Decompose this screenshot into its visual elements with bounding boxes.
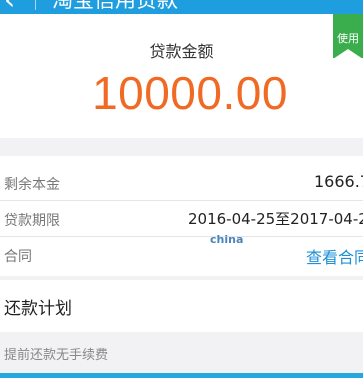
contract-label: 合同 [4,249,32,265]
badge-notch [333,49,363,58]
back-arrow-icon[interactable]: ‹ [4,0,15,14]
contract-row[interactable]: 合同 查看合同 [0,236,363,274]
loan-amount-label: 贷款金额 [149,42,214,61]
status-badge: 使用 [333,14,363,58]
header-divider [35,0,36,10]
loan-term-row: 贷款期限 2016-04-25至2017-04-2 [0,200,363,238]
app-header: ‹ 淘宝信用贷款 [0,0,363,14]
remaining-principal-row: 剩余本金 1666.7 [0,164,363,202]
loan-term-label: 贷款期限 [4,213,60,229]
remaining-principal-value: 1666.7 [314,172,363,191]
loan-term-value: 2016-04-25至2017-04-2 [188,210,363,228]
view-contract-link[interactable]: 查看合同 [306,244,363,268]
watermark: china [210,233,244,246]
repayment-plan-title: 还款计划 [4,299,72,319]
remaining-principal-label: 剩余本金 [4,177,60,193]
loan-amount-card: 贷款金额 10000.00 [0,14,363,138]
loan-amount-value: 10000.00 [92,67,288,119]
prepayment-note: 提前还款无手续费 [4,348,109,363]
repayment-plan-card[interactable]: 还款计划 [0,280,363,332]
bottom-action-bar[interactable] [0,373,363,378]
status-badge-label: 使用 [337,32,359,45]
page-title: 淘宝信用贷款 [52,0,178,12]
loan-details-card: 剩余本金 1666.7 贷款期限 2016-04-25至2017-04-2 合同… [0,156,363,276]
